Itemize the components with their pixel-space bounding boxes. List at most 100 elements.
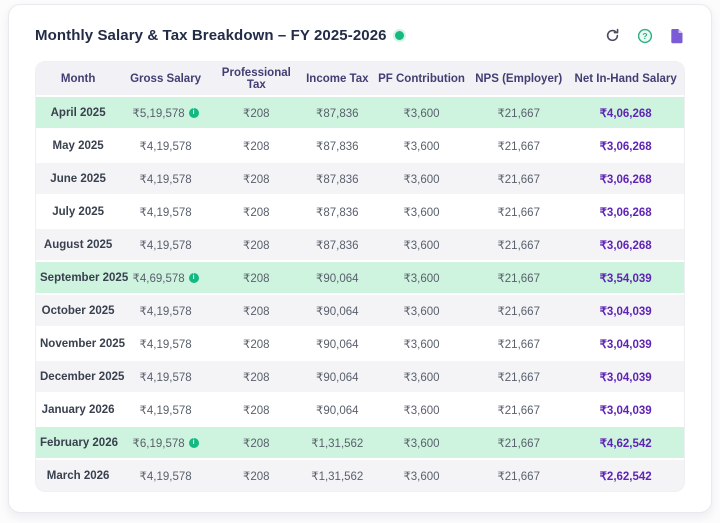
table-row: September 2025 ₹4,69,578 i ₹208 ₹90,064 … — [36, 260, 684, 293]
income-tax-cell: ₹90,064 — [302, 326, 373, 359]
professional-tax-cell: ₹208 — [211, 227, 302, 260]
income-tax-cell: ₹90,064 — [302, 359, 373, 392]
pf-contribution-cell: ₹3,600 — [373, 194, 470, 227]
professional-tax-cell: ₹208 — [211, 392, 302, 425]
professional-tax-cell: ₹208 — [211, 128, 302, 161]
salary-change-info-icon[interactable]: i — [189, 438, 199, 448]
pf-contribution-cell: ₹3,600 — [373, 161, 470, 194]
help-icon: ? — [637, 28, 653, 44]
table-row: October 2025 ₹4,19,578 ₹208 ₹90,064 ₹3,6… — [36, 293, 684, 326]
month-cell: July 2025 — [36, 194, 120, 227]
gross-salary-cell: ₹4,19,578 — [120, 128, 211, 161]
gross-salary-value: ₹4,19,578 — [140, 337, 192, 351]
net-salary-cell: ₹3,06,268 — [567, 128, 684, 161]
column-header-professional-tax: Professional Tax — [211, 62, 302, 95]
export-report-button[interactable] — [668, 27, 685, 44]
pf-contribution-cell: ₹3,600 — [373, 392, 470, 425]
gross-salary-cell: ₹4,69,578 i — [120, 260, 211, 293]
professional-tax-cell: ₹208 — [211, 293, 302, 326]
income-tax-cell: ₹1,31,562 — [302, 425, 373, 458]
table-row: December 2025 ₹4,19,578 ₹208 ₹90,064 ₹3,… — [36, 359, 684, 392]
table-row: November 2025 ₹4,19,578 ₹208 ₹90,064 ₹3,… — [36, 326, 684, 359]
nps-employer-cell: ₹21,667 — [470, 128, 567, 161]
pf-contribution-cell: ₹3,600 — [373, 293, 470, 326]
net-salary-cell: ₹3,06,268 — [567, 227, 684, 260]
gross-salary-value: ₹4,19,578 — [140, 139, 192, 153]
professional-tax-cell: ₹208 — [211, 326, 302, 359]
nps-employer-cell: ₹21,667 — [470, 359, 567, 392]
month-cell: April 2025 — [36, 95, 120, 128]
gross-salary-cell: ₹4,19,578 — [120, 458, 211, 491]
income-tax-cell: ₹90,064 — [302, 260, 373, 293]
gross-salary-value: ₹4,19,578 — [140, 403, 192, 417]
gross-salary-cell: ₹4,19,578 — [120, 326, 211, 359]
gross-salary-value: ₹4,19,578 — [140, 238, 192, 252]
refresh-button[interactable] — [604, 27, 621, 44]
salary-change-info-icon[interactable]: i — [189, 273, 199, 283]
nps-employer-cell: ₹21,667 — [470, 194, 567, 227]
gross-salary-value: ₹4,19,578 — [140, 205, 192, 219]
pf-contribution-cell: ₹3,600 — [373, 425, 470, 458]
nps-employer-cell: ₹21,667 — [470, 458, 567, 491]
professional-tax-cell: ₹208 — [211, 260, 302, 293]
income-tax-cell: ₹90,064 — [302, 293, 373, 326]
professional-tax-cell: ₹208 — [211, 359, 302, 392]
nps-employer-cell: ₹21,667 — [470, 392, 567, 425]
gross-salary-cell: ₹6,19,578 i — [120, 425, 211, 458]
nps-employer-cell: ₹21,667 — [470, 326, 567, 359]
income-tax-cell: ₹87,836 — [302, 95, 373, 128]
column-header-month: Month — [36, 62, 120, 95]
table-header: Month Gross Salary Professional Tax Inco… — [36, 62, 684, 95]
nps-employer-cell: ₹21,667 — [470, 425, 567, 458]
pf-contribution-cell: ₹3,600 — [373, 128, 470, 161]
professional-tax-cell: ₹208 — [211, 194, 302, 227]
professional-tax-cell: ₹208 — [211, 161, 302, 194]
refresh-icon — [605, 28, 620, 43]
net-salary-cell: ₹3,06,268 — [567, 161, 684, 194]
net-salary-cell: ₹3,54,039 — [567, 260, 684, 293]
salary-breakdown-card: Monthly Salary & Tax Breakdown – FY 2025… — [8, 4, 712, 513]
month-cell: February 2026 — [36, 425, 120, 458]
net-salary-cell: ₹2,62,542 — [567, 458, 684, 491]
column-header-net-in-hand-salary: Net In-Hand Salary — [567, 62, 684, 95]
month-cell: August 2025 — [36, 227, 120, 260]
salary-change-info-icon[interactable]: i — [189, 108, 199, 118]
net-salary-cell: ₹3,04,039 — [567, 392, 684, 425]
income-tax-cell: ₹87,836 — [302, 194, 373, 227]
pf-contribution-cell: ₹3,600 — [373, 95, 470, 128]
net-salary-cell: ₹3,04,039 — [567, 359, 684, 392]
gross-salary-value: ₹4,19,578 — [140, 469, 192, 483]
net-salary-cell: ₹3,06,268 — [567, 194, 684, 227]
nps-employer-cell: ₹21,667 — [470, 260, 567, 293]
net-salary-cell: ₹3,04,039 — [567, 326, 684, 359]
nps-employer-cell: ₹21,667 — [470, 95, 567, 128]
table-row: August 2025 ₹4,19,578 ₹208 ₹87,836 ₹3,60… — [36, 227, 684, 260]
pf-contribution-cell: ₹3,600 — [373, 458, 470, 491]
card-header: Monthly Salary & Tax Breakdown – FY 2025… — [35, 27, 685, 44]
month-cell: March 2026 — [36, 458, 120, 491]
table-row: February 2026 ₹6,19,578 i ₹208 ₹1,31,562… — [36, 425, 684, 458]
salary-table-container: Month Gross Salary Professional Tax Inco… — [35, 61, 685, 492]
gross-salary-cell: ₹4,19,578 — [120, 293, 211, 326]
month-cell: November 2025 — [36, 326, 120, 359]
gross-salary-value: ₹5,19,578 — [133, 106, 185, 120]
nps-employer-cell: ₹21,667 — [470, 161, 567, 194]
table-body: April 2025 ₹5,19,578 i ₹208 ₹87,836 ₹3,6… — [36, 95, 684, 491]
page-title: Monthly Salary & Tax Breakdown – FY 2025… — [35, 27, 387, 44]
table-row: July 2025 ₹4,19,578 ₹208 ₹87,836 ₹3,600 … — [36, 194, 684, 227]
salary-table: Month Gross Salary Professional Tax Inco… — [36, 62, 684, 491]
title-wrap: Monthly Salary & Tax Breakdown – FY 2025… — [35, 27, 404, 44]
gross-salary-cell: ₹4,19,578 — [120, 359, 211, 392]
professional-tax-cell: ₹208 — [211, 425, 302, 458]
table-row: March 2026 ₹4,19,578 ₹208 ₹1,31,562 ₹3,6… — [36, 458, 684, 491]
income-tax-cell: ₹90,064 — [302, 392, 373, 425]
gross-salary-cell: ₹4,19,578 — [120, 194, 211, 227]
professional-tax-cell: ₹208 — [211, 95, 302, 128]
live-status-dot — [395, 31, 404, 40]
month-cell: September 2025 — [36, 260, 120, 293]
gross-salary-value: ₹4,19,578 — [140, 172, 192, 186]
help-button[interactable]: ? — [636, 27, 653, 44]
month-cell: October 2025 — [36, 293, 120, 326]
table-row: April 2025 ₹5,19,578 i ₹208 ₹87,836 ₹3,6… — [36, 95, 684, 128]
table-row: January 2026 ₹4,19,578 ₹208 ₹90,064 ₹3,6… — [36, 392, 684, 425]
